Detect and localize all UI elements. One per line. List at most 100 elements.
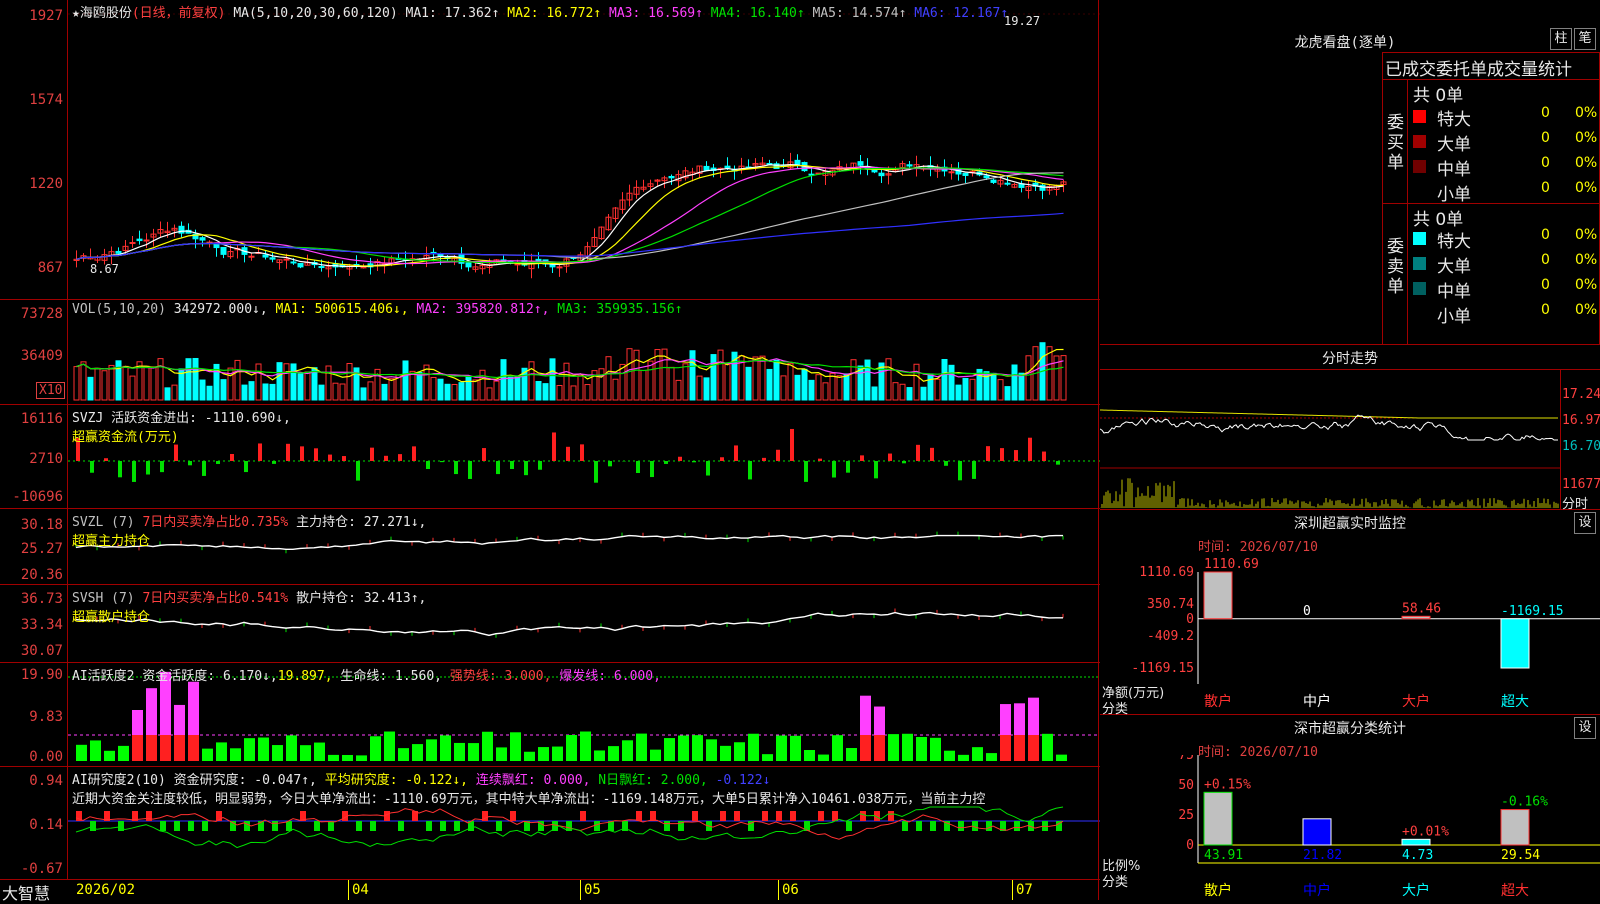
- svzj-panel[interactable]: 16116 2710 -10696 SVZJ 活跃资金进出: -1110.690…: [0, 405, 1100, 509]
- row-name: 小单: [1437, 180, 1471, 205]
- activity-bar: [370, 736, 381, 761]
- volume-bar: [249, 382, 254, 400]
- chart-area[interactable]: 1927 1574 1220 867 ★海鸥股份(日线，前复权) MA(5,10…: [0, 0, 1100, 900]
- svzl-title: SVZL (7): [72, 515, 135, 530]
- research-bar: [818, 811, 824, 821]
- classify-axis-tick: 75: [1178, 755, 1194, 763]
- svzl-tick: 20.36: [21, 567, 63, 583]
- monitor-bar-chart[interactable]: 1110.69350.740-409.2-1169.151110.69散户0中户…: [1100, 550, 1600, 715]
- monitor-panel[interactable]: 深圳超赢实时监控 设 时间: 2026/07/10 净额(万元) 分类 1110…: [1100, 510, 1600, 715]
- row-name: 小单: [1437, 302, 1471, 327]
- volume-bar: [718, 350, 723, 400]
- research-bar: [902, 821, 908, 831]
- tick-mode-button[interactable]: 笔: [1574, 28, 1596, 50]
- flow-bar: [1000, 448, 1004, 461]
- intraday-title: 分时走势: [1100, 348, 1600, 368]
- classify-bar-chart[interactable]: 7550250+0.15%43.91散户21.82中户+0.01%4.73大户-…: [1100, 755, 1600, 900]
- research-bar: [118, 821, 124, 831]
- research-bar: [580, 811, 586, 821]
- flow-bar: [1042, 452, 1046, 461]
- research-bar: [650, 811, 656, 821]
- ai1-life: 生命线: 1.560,: [340, 669, 442, 684]
- flow-bar: [664, 461, 668, 464]
- classify-settings-button[interactable]: 设: [1574, 717, 1596, 739]
- volume-bar: [935, 379, 940, 400]
- candlestick-chart[interactable]: [68, 0, 1100, 300]
- classify-axis-tick: 50: [1178, 778, 1194, 793]
- activity-bar: [104, 751, 115, 761]
- ai-research-panel[interactable]: 0.94 0.14 -0.67 AI研究度2(10) 资金研究度: -0.047…: [0, 767, 1100, 880]
- ma5-line: [77, 173, 1064, 259]
- svzl-panel[interactable]: 30.18 25.27 20.36 SVZL (7) 7日内买卖净占比0.735…: [0, 509, 1100, 585]
- volume-bar: [851, 360, 856, 400]
- research-bar: [692, 811, 698, 821]
- candle-body: [984, 176, 989, 178]
- activity-bar: [258, 738, 269, 761]
- period-mode[interactable]: (日线，前复权): [132, 6, 226, 21]
- ai2-nred: N日飘红: 2.000,: [598, 773, 707, 788]
- volume-bar: [445, 384, 450, 400]
- stats-tab[interactable]: 已成交委托单成交量统计: [1385, 55, 1572, 80]
- brand-label: 大智慧: [2, 880, 50, 904]
- activity-bar: [398, 748, 409, 761]
- flow-bar: [818, 459, 822, 461]
- flow-bar: [426, 461, 430, 469]
- classify-panel[interactable]: 深市超赢分类统计 设 时间: 2026/07/10 比例% 分类 7550250…: [1100, 715, 1600, 900]
- ai2-avg: 平均研究度: -0.122↓,: [325, 773, 468, 788]
- flow-bar: [552, 432, 556, 461]
- svzl-legend: SVZL (7) 7日内买卖净占比0.735% 主力持仓: 27.271↓, 超…: [72, 511, 426, 549]
- monitor-settings-button[interactable]: 设: [1574, 512, 1596, 534]
- price-plot[interactable]: [68, 0, 1100, 299]
- svsh-tick: 33.34: [21, 617, 63, 633]
- intra-vol: 11677: [1562, 477, 1600, 492]
- flow-bar: [188, 461, 192, 465]
- volume-bar: [599, 369, 604, 400]
- svsh-panel[interactable]: 36.73 33.34 30.07 SVSH (7) 7日内买卖净占比0.541…: [0, 585, 1100, 663]
- volume-bar: [956, 385, 961, 400]
- activity-bar: [944, 751, 955, 761]
- flow-bar: [720, 457, 724, 461]
- price-panel[interactable]: 1927 1574 1220 867 ★海鸥股份(日线，前复权) MA(5,10…: [0, 0, 1100, 300]
- intraday-panel[interactable]: 分时走势 17.24 16.97 16.70 11677 分时: [1100, 345, 1600, 510]
- flow-bar: [566, 447, 570, 461]
- row-percent: 0%: [1575, 155, 1597, 171]
- candle-body: [116, 251, 121, 253]
- row-percent: 0%: [1575, 105, 1597, 121]
- bar-mode-button[interactable]: 柱: [1550, 28, 1572, 50]
- monitor-bar: [1402, 616, 1430, 618]
- ai2-comment: 近期大资金关注度较低，明显弱势，今日大单净流出：-1110.69万元，其中特大单…: [72, 788, 1100, 807]
- buy-label: 委买单: [1387, 113, 1405, 173]
- research-bar: [454, 821, 460, 831]
- volume-bar: [620, 364, 625, 400]
- color-swatch: [1413, 135, 1426, 148]
- monitor-axis-tick: -1169.15: [1131, 661, 1194, 676]
- flow-bar: [972, 461, 976, 479]
- volume-bar: [368, 382, 373, 400]
- svsh-title: SVSH (7): [72, 591, 135, 606]
- volume-panel[interactable]: 73728 36409 X10 VOL(5,10,20) 342972.000↓…: [0, 300, 1100, 405]
- monitor-bar-label: 0: [1303, 604, 1311, 619]
- ai-activity-panel[interactable]: 19.90 9.83 0.00 AI活跃度2 资金活跃度: 6.170↓,19.…: [0, 663, 1100, 767]
- activity-base-bar: [1000, 735, 1011, 761]
- ai2-tick: 0.94: [29, 773, 63, 789]
- sell-label: 委卖单: [1387, 237, 1405, 297]
- volume-bar: [704, 378, 709, 400]
- candle-body: [907, 165, 912, 166]
- volume-bar: [536, 381, 541, 400]
- flow-bar: [650, 461, 654, 477]
- candle-body: [144, 240, 149, 241]
- ma-legend: ★海鸥股份(日线，前复权) MA(5,10,20,30,60,120) MA1:…: [72, 2, 1008, 21]
- svsh-axis: 36.73 33.34 30.07: [0, 585, 68, 662]
- volume-bar: [109, 365, 114, 400]
- intraday-chart[interactable]: [1100, 370, 1560, 510]
- low-mark: 8.67: [90, 262, 119, 276]
- research-bar: [370, 821, 376, 831]
- volume-bar: [788, 363, 793, 400]
- activity-bar: [930, 738, 941, 761]
- flow-bar: [258, 443, 262, 461]
- row-percent: 0%: [1575, 180, 1597, 196]
- activity-bar: [790, 736, 801, 761]
- volume-bar: [907, 388, 912, 400]
- flow-bar: [594, 461, 598, 483]
- volume-bar: [767, 369, 772, 400]
